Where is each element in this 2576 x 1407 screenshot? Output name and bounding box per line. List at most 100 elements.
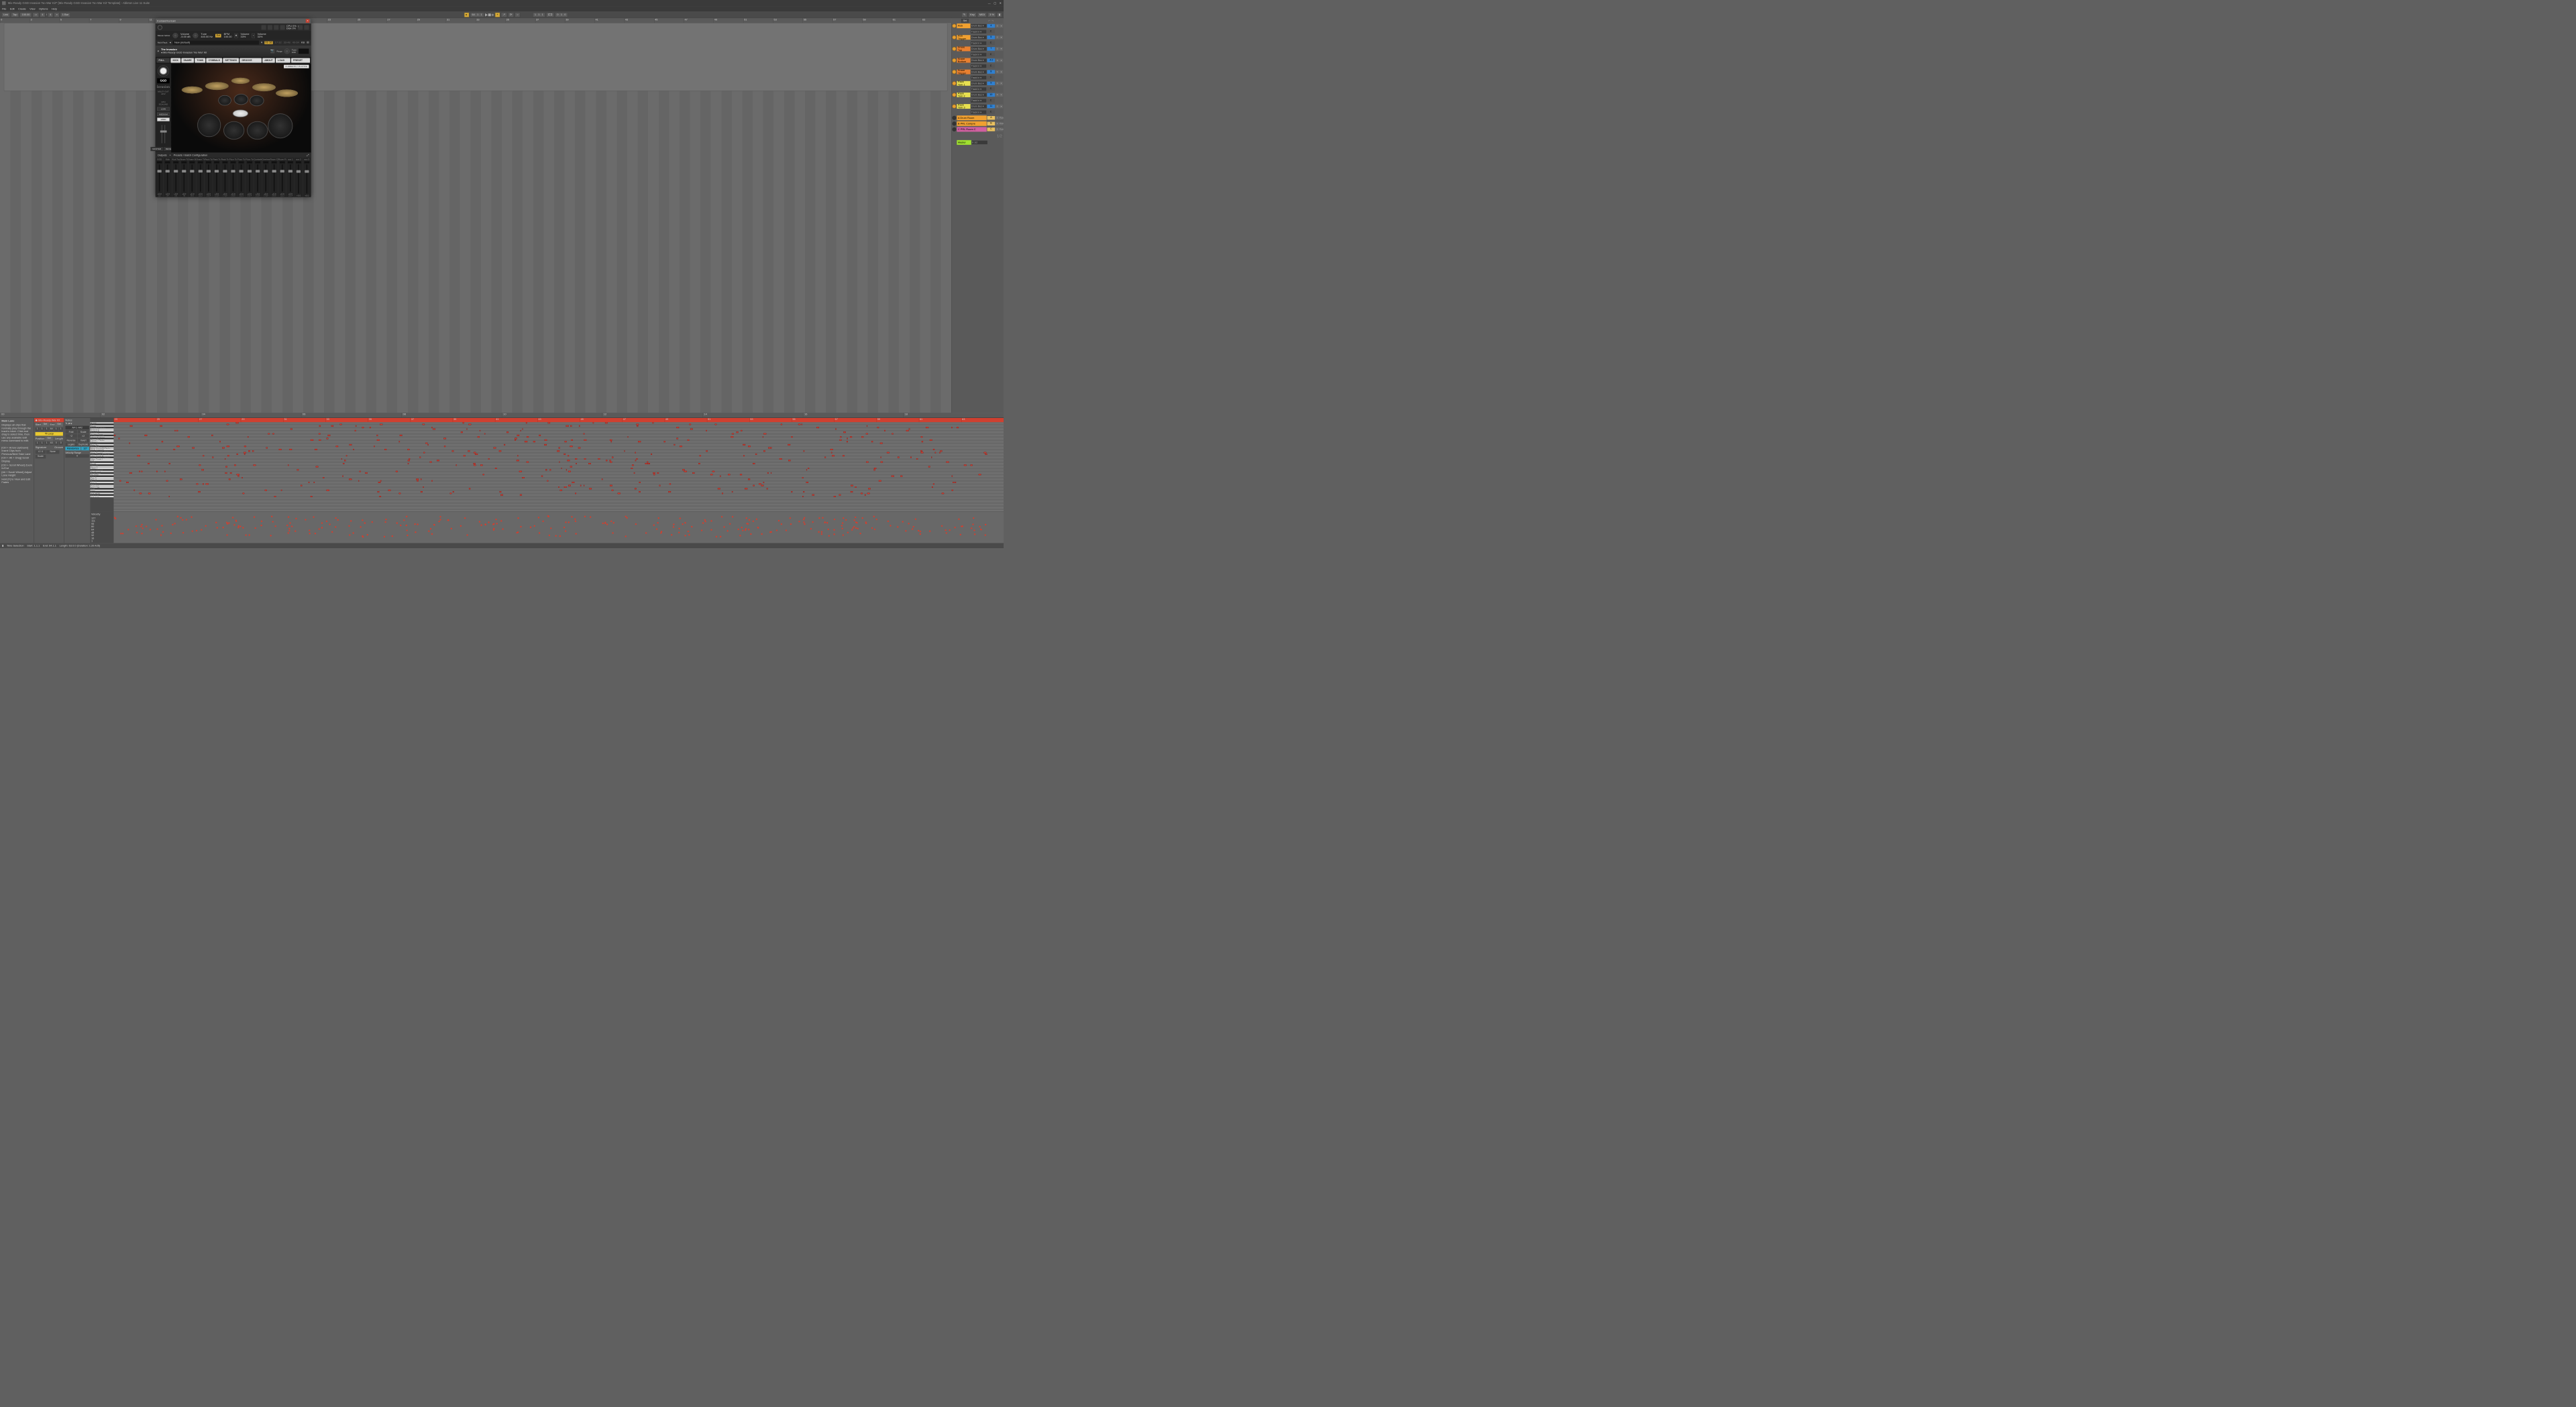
midi-note[interactable] — [408, 449, 410, 450]
rec-button[interactable]: ● — [1000, 82, 1003, 85]
midi-note[interactable] — [951, 427, 952, 428]
velocity-dot[interactable] — [542, 521, 543, 522]
velocity-dot[interactable] — [384, 536, 385, 537]
velocity-dot[interactable] — [254, 527, 256, 529]
velocity-dot[interactable] — [555, 535, 556, 537]
midi-note[interactable] — [289, 449, 292, 450]
midi-note[interactable] — [866, 462, 869, 463]
velocity-dot[interactable] — [738, 529, 739, 530]
velocity-dot[interactable] — [865, 523, 867, 524]
midi-note[interactable] — [356, 425, 357, 427]
midi-note[interactable] — [916, 458, 918, 460]
midi-note[interactable] — [379, 496, 381, 497]
track-routing[interactable]: Drum Bus ▾ — [971, 82, 986, 85]
midi-note[interactable] — [898, 457, 899, 458]
velocity-dot[interactable] — [745, 517, 747, 519]
velocity-dot[interactable] — [286, 525, 288, 526]
groove-select[interactable]: None — [46, 450, 59, 454]
midi-note[interactable] — [483, 474, 484, 475]
midi-note[interactable] — [947, 462, 949, 463]
velocity-dot[interactable] — [979, 526, 980, 527]
velocity-dot[interactable] — [331, 531, 333, 533]
velocity-dot[interactable] — [180, 517, 181, 518]
channel-fader[interactable] — [200, 164, 201, 192]
velocity-dot[interactable] — [691, 526, 692, 527]
midi-note[interactable] — [928, 466, 930, 468]
midi-note[interactable] — [130, 425, 133, 427]
midi-note[interactable] — [164, 471, 165, 472]
velocity-dot[interactable] — [824, 521, 826, 523]
velocity-dot[interactable] — [635, 523, 637, 525]
midi-note[interactable] — [517, 435, 519, 436]
kick-icon[interactable] — [247, 121, 268, 140]
mixer-channel[interactable]: Floor To +0.0 23|24 — [246, 158, 254, 197]
midi-note[interactable] — [156, 471, 158, 472]
instrument-tab[interactable]: SNARE — [181, 58, 194, 62]
velocity-dot[interactable] — [818, 517, 820, 519]
midi-note[interactable] — [176, 446, 179, 447]
midi-note[interactable] — [688, 439, 690, 441]
menu-options[interactable]: Options — [39, 7, 48, 10]
velocity-dot[interactable] — [828, 535, 830, 537]
velocity-dot[interactable] — [321, 527, 323, 528]
track-routing[interactable]: Drum Bus ▾ — [971, 36, 986, 39]
midi-note[interactable] — [612, 490, 614, 491]
record-icon[interactable] — [491, 13, 494, 16]
midi-note[interactable] — [720, 476, 721, 477]
velocity-dot[interactable] — [913, 526, 914, 527]
midi-note[interactable] — [222, 448, 225, 449]
midi-note[interactable] — [180, 478, 182, 480]
midi-note[interactable] — [930, 439, 932, 441]
channel-route[interactable]: 25|26 — [256, 195, 260, 197]
midi-note[interactable] — [874, 468, 876, 469]
bar-marker[interactable]: 61 — [892, 18, 922, 23]
midi-note[interactable] — [952, 490, 953, 491]
midi-note[interactable] — [589, 488, 592, 489]
cpu-high[interactable]: HIGH — [157, 117, 170, 121]
velocity-dot[interactable] — [403, 519, 405, 521]
velocity-dot[interactable] — [321, 523, 323, 524]
midi-note[interactable] — [676, 438, 678, 439]
midi-note[interactable] — [748, 446, 751, 447]
kbd-icon[interactable]: KB — [301, 41, 305, 44]
floor-tom-icon[interactable] — [268, 113, 292, 138]
midi-note[interactable] — [669, 483, 671, 484]
aux-icon[interactable]: ⊞ — [307, 41, 309, 44]
inst-prev-icon[interactable]: ◂ — [161, 51, 162, 54]
bar-marker[interactable]: 53 — [773, 18, 802, 23]
midi-note[interactable] — [319, 439, 321, 441]
bar-marker[interactable]: 35 — [505, 18, 535, 23]
midi-note[interactable] — [953, 482, 954, 483]
midi-note[interactable] — [162, 441, 163, 442]
page-indicator[interactable]: 1/2 — [952, 132, 1004, 140]
track-volume[interactable]: 8 — [987, 70, 996, 73]
midi-note[interactable] — [983, 452, 986, 454]
velocity-dot[interactable] — [684, 522, 686, 523]
velocity-dot[interactable] — [439, 516, 441, 517]
midi-note[interactable] — [578, 448, 581, 449]
velocity-dot[interactable] — [496, 523, 497, 524]
velocity-dot[interactable] — [492, 523, 494, 525]
midi-note[interactable] — [851, 491, 853, 492]
velocity-dot[interactable] — [613, 522, 614, 523]
midi-note[interactable] — [244, 452, 246, 454]
velocity-dot[interactable] — [821, 531, 822, 533]
midi-note[interactable] — [880, 443, 883, 444]
midi-note[interactable] — [839, 494, 841, 496]
track-arm-icon[interactable] — [952, 58, 956, 62]
velocity-dot[interactable] — [182, 519, 183, 521]
track-volume[interactable]: 4 — [987, 24, 996, 28]
midi-note[interactable] — [475, 454, 478, 455]
midi-note[interactable] — [129, 472, 132, 474]
end-1[interactable]: 64 — [50, 427, 54, 431]
kontakt-titlebar[interactable]: Kontakt/Kontakt × — [156, 18, 311, 23]
velocity-dot[interactable] — [315, 533, 316, 534]
midi-note[interactable] — [336, 446, 338, 447]
track-row[interactable]: Rack Tom 1 Drum Bus ▾ 9 S● — [952, 81, 1004, 87]
midi-note[interactable] — [584, 433, 585, 435]
track-volume[interactable]: -4.0 — [987, 58, 996, 62]
midi-note[interactable] — [832, 455, 835, 456]
midi-note[interactable] — [288, 464, 289, 466]
midi-note[interactable] — [466, 429, 467, 430]
midi-note[interactable] — [653, 472, 655, 474]
